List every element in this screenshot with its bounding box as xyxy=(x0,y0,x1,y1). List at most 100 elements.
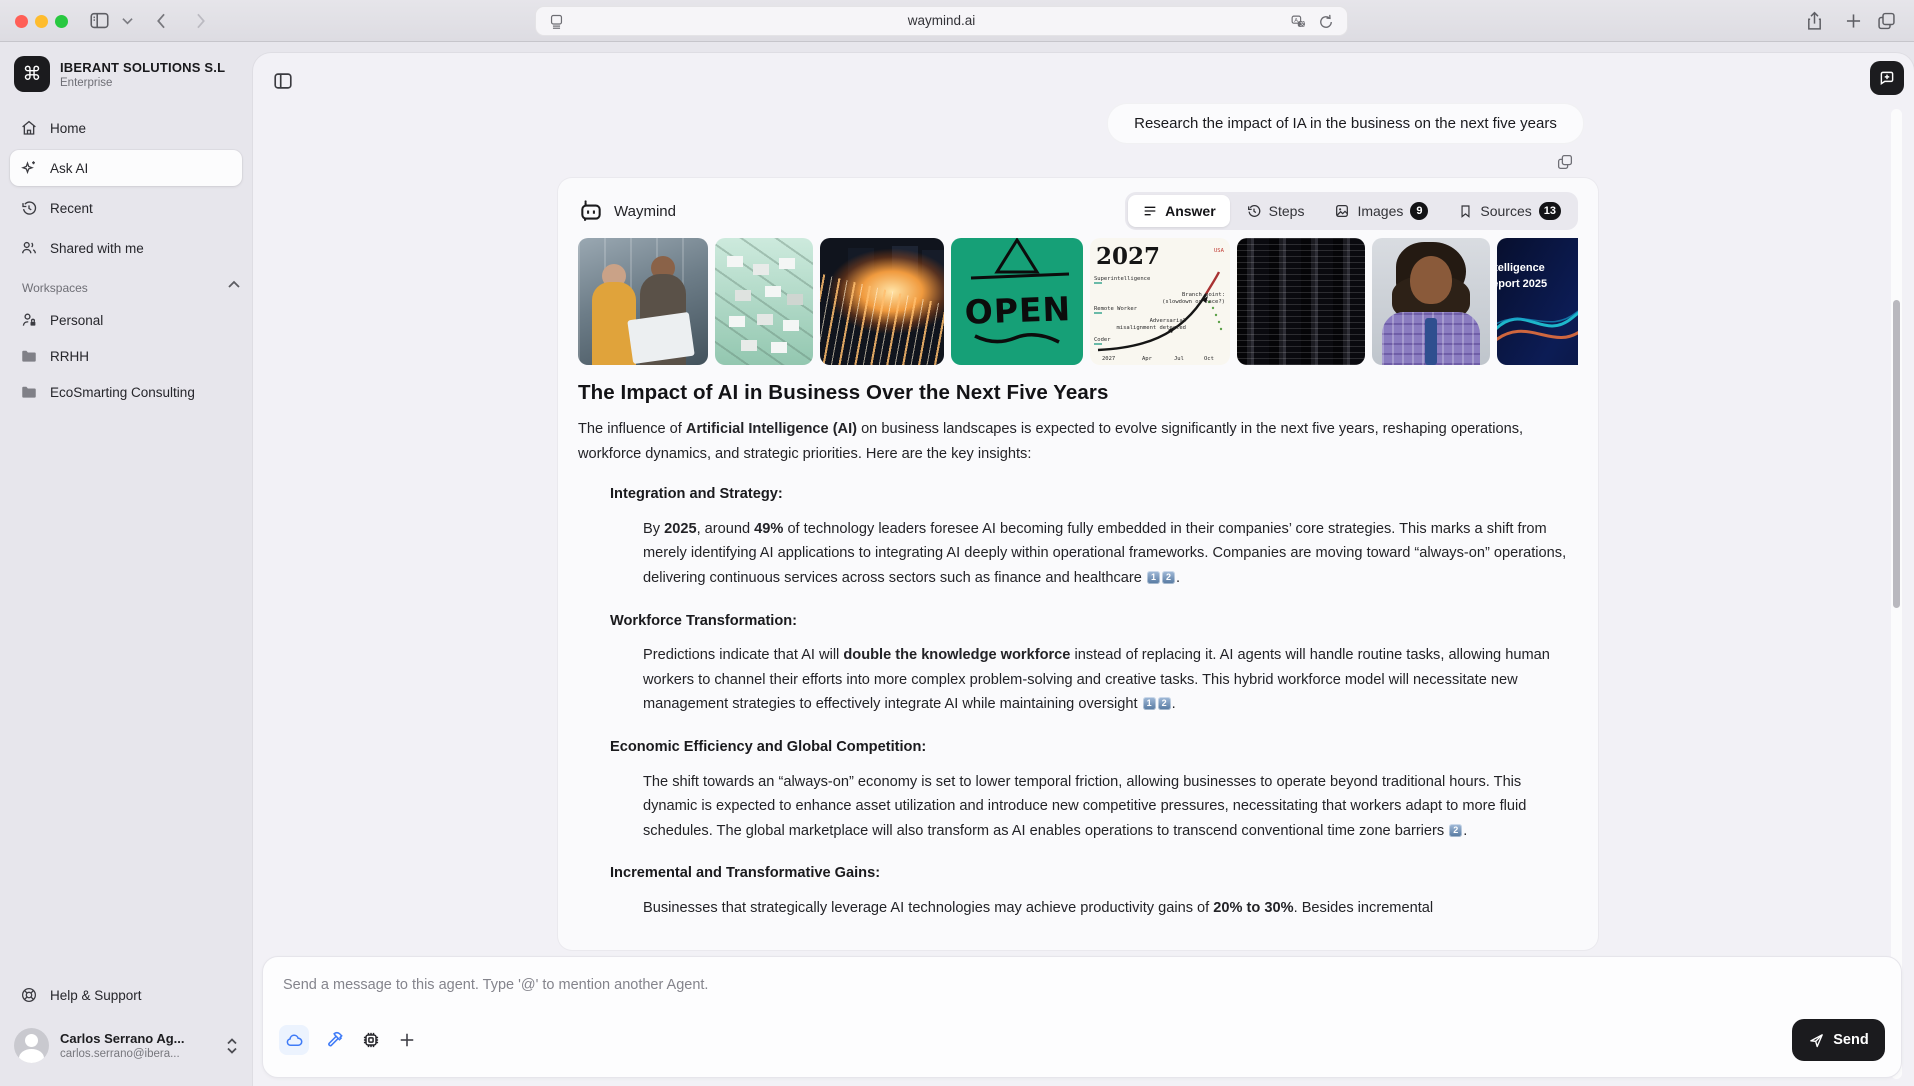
sidebar-item-ask-ai[interactable]: Ask AI xyxy=(10,150,242,186)
scrollbar-thumb[interactable] xyxy=(1893,300,1900,608)
add-attachment-icon[interactable] xyxy=(397,1030,417,1050)
sidebar-item-label: Help & Support xyxy=(50,987,142,1003)
tab-answer[interactable]: Answer xyxy=(1128,195,1230,227)
message-input[interactable] xyxy=(283,973,1483,997)
address-bar[interactable]: waymind.ai A文 xyxy=(535,6,1348,36)
folder-icon xyxy=(20,347,38,365)
thumbnail-ai-2027-chart[interactable]: 2027 USA Superintelligence Remote Worker… xyxy=(1090,238,1230,365)
citation-badge[interactable]: 2 xyxy=(1161,570,1175,584)
main-content-panel: Research the impact of IA in the busines… xyxy=(253,53,1914,1086)
thumbnail-portrait[interactable] xyxy=(1372,238,1490,365)
sidebar-item-shared[interactable]: Shared with me xyxy=(10,231,242,265)
history-icon xyxy=(20,199,38,217)
text: The shift towards an “always-on” economy… xyxy=(643,773,1527,839)
sidebar-item-personal[interactable]: Personal xyxy=(10,303,242,337)
sidebar-item-help[interactable]: Help & Support xyxy=(10,978,242,1012)
answer-tab-group: Answer Steps Images 9 Sources 13 xyxy=(1125,192,1578,230)
thumb-decor xyxy=(727,256,743,267)
sparkles-icon xyxy=(20,159,38,177)
tab-images[interactable]: Images 9 xyxy=(1320,195,1442,227)
tab-overview-icon[interactable] xyxy=(1876,10,1897,32)
chart-y-label: Remote Worker xyxy=(1094,306,1138,312)
forward-button-icon[interactable] xyxy=(190,11,210,31)
section-heading: Workforce Transformation: xyxy=(610,612,798,629)
close-window-button[interactable] xyxy=(15,15,28,28)
send-button[interactable]: Send xyxy=(1792,1019,1885,1061)
thumb-decor xyxy=(1237,238,1365,365)
text: By xyxy=(643,520,665,537)
images-count-badge: 9 xyxy=(1410,202,1429,220)
sidebar-item-rrhh[interactable]: RRHH xyxy=(10,339,242,373)
citation-badge[interactable]: 2 xyxy=(1157,697,1171,711)
chart-title: 2027 xyxy=(1096,243,1160,270)
chart-annotation: Adversarial xyxy=(1150,318,1186,324)
open-sign-text: OPEN xyxy=(964,289,1072,332)
sidebar-item-label: Personal xyxy=(50,312,104,328)
back-button-icon[interactable] xyxy=(152,11,172,31)
sidebar-item-ecosmarting[interactable]: EcoSmarting Consulting xyxy=(10,375,242,409)
text: , around xyxy=(696,520,755,537)
chart-x-tick: Jul xyxy=(1174,356,1184,362)
cloud-icon xyxy=(286,1033,302,1046)
agent-header: Waymind xyxy=(578,198,676,224)
sidebar-dropdown-chevron-icon[interactable] xyxy=(122,17,133,25)
chevron-updown-icon xyxy=(226,1037,238,1055)
report-title-line: x Report 2025 xyxy=(1497,278,1548,290)
browser-toolbar: waymind.ai A文 xyxy=(0,0,1914,42)
thumbnail-isometric-city[interactable] xyxy=(715,238,813,365)
copy-question-icon[interactable] xyxy=(1556,153,1574,171)
text: . xyxy=(1171,696,1176,713)
thumbnail-office-collaboration[interactable] xyxy=(578,238,708,365)
tab-label: Steps xyxy=(1268,203,1305,219)
sidebar-item-label: Recent xyxy=(50,200,93,216)
share-icon[interactable] xyxy=(1804,10,1825,32)
lifebuoy-icon xyxy=(20,986,38,1004)
answer-title: The Impact of AI in Business Over the Ne… xyxy=(578,381,1109,404)
user-name: Carlos Serrano Ag... xyxy=(60,1031,185,1046)
sidebar-item-recent[interactable]: Recent xyxy=(10,191,242,225)
scrollbar-track[interactable] xyxy=(1891,109,1902,1079)
sidebar-item-label: Shared with me xyxy=(50,240,144,256)
cloud-button[interactable] xyxy=(279,1025,309,1055)
send-label: Send xyxy=(1833,1032,1869,1048)
citation-badge[interactable]: 1 xyxy=(1142,697,1156,711)
chart-x-tick: Oct xyxy=(1204,356,1214,362)
translate-icon[interactable]: A文 xyxy=(1290,14,1307,31)
tab-label: Sources xyxy=(1480,203,1532,219)
thumbnail-open-sign[interactable]: OPEN xyxy=(951,238,1083,365)
chart-y-label: Superintelligence xyxy=(1094,276,1150,282)
sidebar-item-home[interactable]: Home xyxy=(10,111,242,145)
browser-window: waymind.ai A文 ⌘ IBERANT SOLUTIONS S.L En… xyxy=(0,0,1914,1086)
minimize-window-button[interactable] xyxy=(35,15,48,28)
chart-annotation: Branch point: xyxy=(1182,292,1225,298)
browser-sidebar-toggle-icon[interactable] xyxy=(88,10,111,32)
bold-text: double the knowledge workforce xyxy=(843,647,1071,664)
text: Predictions indicate that AI will xyxy=(643,647,844,664)
text: . Besides incremental xyxy=(1293,899,1434,916)
chart-tag: USA xyxy=(1214,248,1225,254)
section-heading: Economic Efficiency and Global Competiti… xyxy=(610,738,927,755)
thumbnail-server-racks[interactable] xyxy=(1237,238,1365,365)
tab-sources[interactable]: Sources 13 xyxy=(1444,195,1575,227)
new-tab-icon[interactable] xyxy=(1843,10,1864,32)
zoom-window-button[interactable] xyxy=(55,15,68,28)
answer-intro: The influence of Artificial Intelligence… xyxy=(578,417,1573,466)
citation-badge[interactable]: 2 xyxy=(1449,823,1463,837)
url-text[interactable]: waymind.ai xyxy=(536,7,1347,35)
new-chat-button[interactable] xyxy=(1870,61,1904,95)
reload-icon[interactable] xyxy=(1317,13,1335,31)
account-switcher[interactable]: Carlos Serrano Ag... carlos.serrano@iber… xyxy=(14,1028,238,1063)
cpu-chip-icon[interactable] xyxy=(361,1030,381,1050)
thumbnail-ai-index-report[interactable]: ial Intelligence x Report 2025 xyxy=(1497,238,1578,365)
org-header[interactable]: ⌘ IBERANT SOLUTIONS S.L Enterprise xyxy=(14,56,225,92)
tools-hammer-icon[interactable] xyxy=(325,1030,345,1050)
answer-card: Waymind Answer Steps Images 9 Sources 13… xyxy=(558,178,1598,950)
chevron-up-icon[interactable] xyxy=(228,280,240,289)
citation-badge[interactable]: 1 xyxy=(1146,570,1160,584)
bold-text: 20% to 30% xyxy=(1213,899,1294,916)
tab-steps[interactable]: Steps xyxy=(1232,195,1319,227)
send-plane-icon xyxy=(1808,1032,1825,1049)
app-sidebar-toggle-icon[interactable] xyxy=(272,70,294,92)
thumbnail-night-light-trails[interactable] xyxy=(820,238,944,365)
folder-icon xyxy=(20,383,38,401)
